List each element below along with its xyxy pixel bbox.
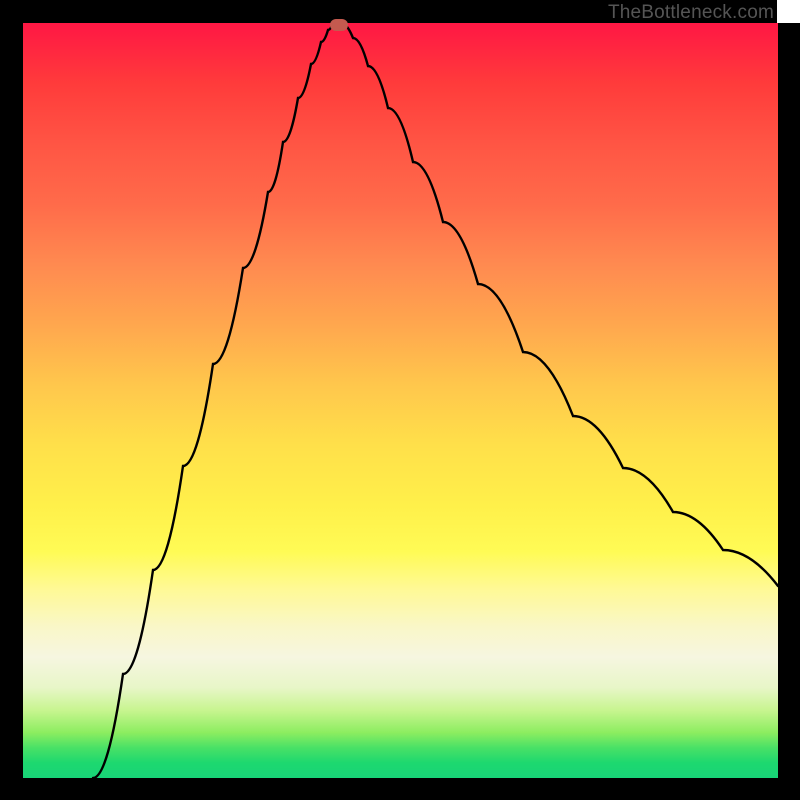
watermark-text: TheBottleneck.com	[608, 2, 774, 24]
corner-mask	[777, 0, 800, 23]
plot-gradient-background	[23, 23, 778, 778]
minimum-marker	[330, 19, 348, 31]
